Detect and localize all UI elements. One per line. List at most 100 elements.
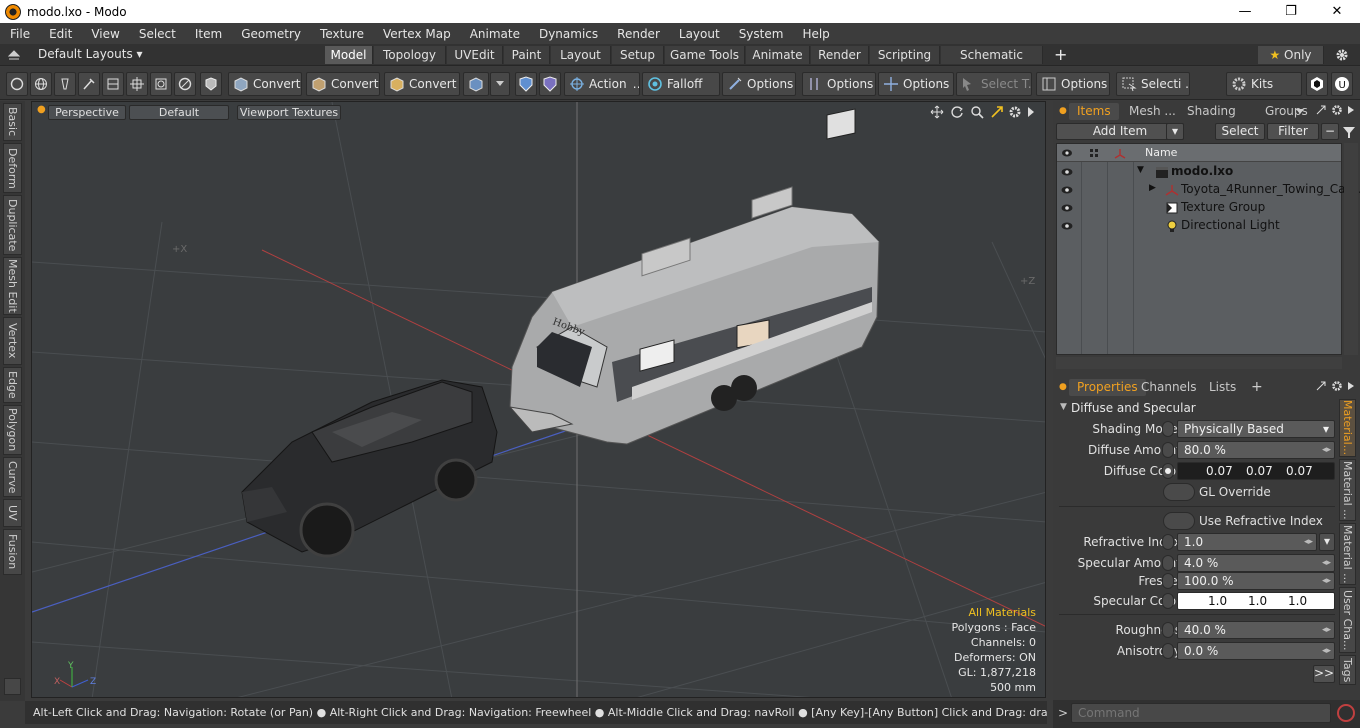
options-button-3[interactable]: Options [878, 72, 954, 96]
ring-mode-button[interactable] [174, 72, 196, 96]
falloff-button[interactable]: Falloff [642, 72, 720, 96]
expand-properties-button[interactable]: >> [1313, 665, 1335, 683]
slider-arrows-icon[interactable]: ◂▸ [1322, 573, 1331, 589]
item-row-directional-light[interactable]: Directional Light [1057, 217, 1341, 235]
slider-arrows-icon[interactable]: ◂▸ [1322, 555, 1331, 571]
convert-button-2[interactable]: Convert [306, 72, 380, 96]
menu-view[interactable]: View [81, 27, 128, 41]
diffuse-amount-input[interactable]: 80.0 % ◂▸ [1177, 441, 1335, 459]
panel-gear-icon[interactable] [1331, 104, 1343, 116]
menu-item[interactable]: Item [185, 27, 231, 41]
box-tool-button[interactable] [463, 72, 489, 96]
close-button[interactable]: ✕ [1314, 0, 1360, 23]
options-button-4[interactable]: Options [1036, 72, 1110, 96]
pen-tool-button[interactable] [54, 72, 76, 96]
tab-basic[interactable]: Basic [3, 103, 22, 141]
item-list-scrollbar[interactable] [1344, 143, 1358, 355]
slider-arrows-icon[interactable]: ◂▸ [1322, 442, 1331, 458]
expand-arrow-icon[interactable]: ▼ [1137, 165, 1144, 175]
perspective-dropdown[interactable]: Perspective [48, 105, 126, 120]
tab-paint[interactable]: Paint [504, 46, 550, 64]
kits-button[interactable]: Kits [1226, 72, 1302, 96]
tab-scripting[interactable]: Scripting [870, 46, 940, 64]
tab-groups[interactable]: Groups [1257, 103, 1316, 120]
shading-model-select[interactable]: Physically Based ▾ [1177, 420, 1335, 438]
collapse-arrow-icon[interactable]: ▶ [1149, 183, 1156, 193]
anisotropy-toggle[interactable] [1162, 643, 1174, 659]
command-input[interactable] [1071, 703, 1331, 723]
box-dropdown-button[interactable] [490, 72, 510, 96]
filter-button[interactable]: Filter [1267, 123, 1319, 140]
tab-schematic-fusion[interactable]: Schematic Fusion [941, 46, 1043, 80]
selection-button[interactable]: Selecti ... [1116, 72, 1190, 96]
diffuse-color-input[interactable]: 0.07 0.07 0.07 [1177, 462, 1335, 480]
unreal-button[interactable]: U [1331, 72, 1353, 96]
vertices-mode-button[interactable] [6, 72, 28, 96]
item-row-texture-group[interactable]: Texture Group [1057, 199, 1341, 217]
menu-texture[interactable]: Texture [310, 27, 373, 41]
slider-arrows-icon[interactable]: ◂▸ [1322, 622, 1331, 638]
tab-setup[interactable]: Setup [612, 46, 664, 64]
tab-vertex[interactable]: Vertex [3, 317, 22, 365]
tab-lists[interactable]: Lists [1201, 379, 1244, 396]
item-mode-button[interactable] [200, 72, 222, 96]
pan-icon[interactable] [930, 105, 944, 119]
expand-panel-icon[interactable] [1315, 104, 1327, 116]
record-macro-icon[interactable] [1337, 704, 1355, 722]
workplane-button[interactable] [539, 72, 561, 96]
zoom-icon[interactable] [970, 105, 984, 119]
side-tab-material-2[interactable]: Material ... [1339, 459, 1356, 521]
properties-gear-icon[interactable] [1331, 380, 1343, 392]
tab-layout[interactable]: Layout [551, 46, 611, 64]
menu-system[interactable]: System [729, 27, 793, 41]
select-button[interactable]: Select [1215, 123, 1265, 140]
expand-properties-icon[interactable] [1315, 380, 1327, 392]
menu-select[interactable]: Select [129, 27, 185, 41]
options-button-1[interactable]: Options [722, 72, 796, 96]
viewport-textures-dropdown[interactable]: Viewport Textures [237, 105, 341, 120]
tab-edge[interactable]: Edge [3, 367, 22, 403]
add-item-dropdown[interactable]: ▾ [1166, 123, 1184, 140]
rotate-icon[interactable] [950, 105, 964, 119]
diffuse-amount-toggle[interactable] [1162, 442, 1174, 458]
menu-animate[interactable]: Animate [460, 27, 529, 41]
tab-render[interactable]: Render [811, 46, 869, 64]
funnel-icon[interactable] [1342, 125, 1356, 139]
square-mode-button[interactable] [150, 72, 172, 96]
side-tab-material-1[interactable]: Material... [1339, 399, 1356, 457]
menu-render[interactable]: Render [607, 27, 669, 41]
tab-fusion[interactable]: Fusion [3, 529, 22, 575]
maximize-viewport-icon[interactable] [990, 105, 1004, 119]
tab-deform[interactable]: Deform [3, 143, 22, 193]
tab-shading[interactable]: Shading [1179, 103, 1244, 120]
item-row-toyota[interactable]: ▶ Toyota_4Runner_Towing_Car ... [1057, 181, 1360, 199]
menu-file[interactable]: File [0, 27, 39, 41]
menu-dynamics[interactable]: Dynamics [529, 27, 607, 41]
eye-icon[interactable] [1060, 165, 1074, 179]
tab-polygon[interactable]: Polygon [3, 405, 22, 455]
symmetry-button[interactable] [515, 72, 537, 96]
section-collapse-icon[interactable]: ▼ [1060, 402, 1067, 412]
add-tab-button[interactable]: + [1054, 45, 1067, 64]
layout-toggle-icon[interactable] [8, 49, 20, 61]
convert-button-3[interactable]: Convert [384, 72, 460, 96]
gear-icon[interactable] [1335, 48, 1349, 62]
properties-panel-dot-icon[interactable]: ● [1059, 382, 1067, 392]
3d-viewport[interactable]: Hobby X Y Z +X +Z ● Perspective Default … [31, 101, 1046, 698]
default-layouts-dropdown[interactable]: Default Layouts ▾ [38, 47, 143, 61]
roughness-toggle[interactable] [1162, 622, 1174, 638]
eye-icon[interactable] [1060, 183, 1074, 197]
specular-amount-input[interactable]: 4.0 % ◂▸ [1177, 554, 1335, 572]
eye-icon[interactable] [1060, 201, 1074, 215]
tab-model[interactable]: Model [325, 46, 373, 64]
add-item-button[interactable]: Add Item [1056, 123, 1184, 140]
anisotropy-input[interactable]: 0.0 % ◂▸ [1177, 642, 1335, 660]
menu-geometry[interactable]: Geometry [231, 27, 310, 41]
menu-layout[interactable]: Layout [669, 27, 729, 41]
menu-edit[interactable]: Edit [39, 27, 81, 41]
action-center-button[interactable]: Action… [564, 72, 640, 96]
items-panel-dot-icon[interactable]: ● [1059, 106, 1067, 116]
tab-topology[interactable]: Topology [374, 46, 446, 64]
tab-channels[interactable]: Channels [1133, 379, 1205, 396]
tab-mesh-edit[interactable]: Mesh Edit [3, 257, 22, 315]
